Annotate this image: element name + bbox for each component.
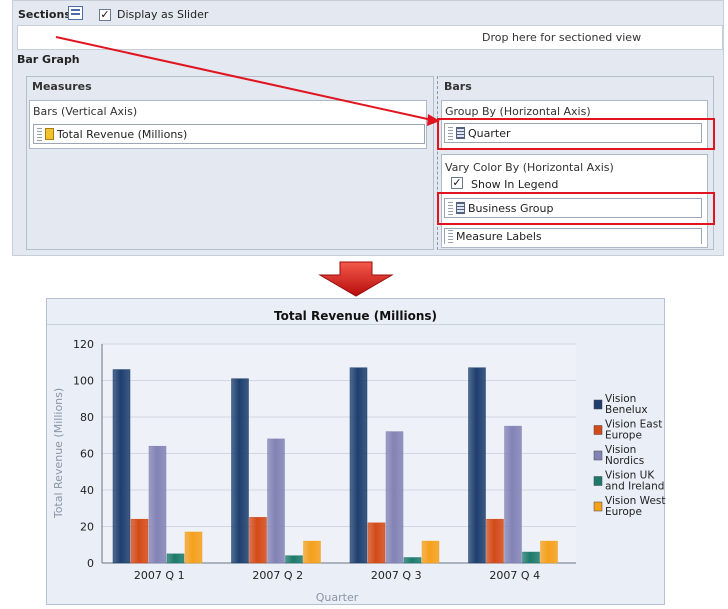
y-axis-title: Total Revenue (Millions) (52, 388, 65, 519)
bar (522, 551, 540, 564)
y-tick-label: 100 (73, 375, 94, 388)
bar (385, 431, 404, 564)
y-tick-label: 60 (80, 448, 94, 461)
bar-chart: Total Revenue (Millions) Quarter 0 20 40 60… (52, 338, 666, 604)
x-tick-label: 2007 Q 2 (252, 569, 303, 582)
bar (421, 540, 440, 564)
bar (349, 367, 368, 564)
y-tick-label: 120 (73, 338, 94, 351)
legend-swatch (593, 476, 603, 486)
x-axis-title: Quarter (316, 591, 359, 604)
bar (468, 367, 486, 564)
bar (267, 438, 285, 564)
bar (231, 378, 249, 564)
legend-label: Europe (605, 506, 642, 518)
x-tick-label: 2007 Q 3 (371, 569, 422, 582)
bar (540, 540, 558, 564)
legend-swatch (593, 501, 603, 512)
legend-label: Nordics (605, 455, 644, 467)
legend-swatch (593, 399, 603, 410)
legend-label: Europe (605, 430, 642, 442)
legend-label: Benelux (605, 404, 648, 416)
y-tick-label: 80 (80, 411, 94, 424)
x-tick-label: 2007 Q 4 (489, 569, 540, 582)
bar (130, 518, 149, 564)
bar (285, 555, 303, 564)
legend-label: and Ireland (605, 481, 664, 493)
y-tick-label: 20 (80, 521, 94, 534)
bar (249, 517, 267, 564)
bar (367, 522, 386, 564)
legend-swatch (593, 425, 603, 435)
bar (403, 557, 422, 564)
bar (184, 531, 203, 564)
bar (148, 445, 167, 564)
bar (112, 369, 131, 564)
bar (486, 518, 504, 564)
bar (303, 540, 321, 564)
y-tick-label: 0 (87, 557, 94, 570)
x-tick-label: 2007 Q 1 (134, 569, 185, 582)
y-tick-label: 40 (80, 484, 94, 497)
bar (504, 425, 522, 564)
bar (166, 553, 185, 564)
legend-swatch (593, 450, 603, 461)
